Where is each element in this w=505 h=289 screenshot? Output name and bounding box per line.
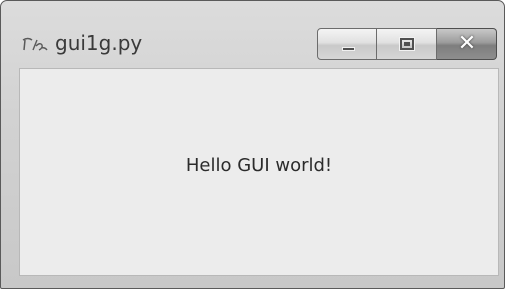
caption-buttons: ✕ xyxy=(317,28,497,60)
maximize-button[interactable] xyxy=(377,28,437,60)
close-icon: ✕ xyxy=(457,31,477,56)
window-title: gui1g.py xyxy=(55,31,143,55)
client-area: Hello GUI world! xyxy=(19,68,499,276)
minimize-button[interactable] xyxy=(317,28,377,60)
tk-feather-icon[interactable] xyxy=(21,36,49,54)
app-window: gui1g.py ✕ Hello GUI world! xyxy=(0,0,505,289)
minimize-icon xyxy=(342,47,355,51)
title-bar[interactable]: gui1g.py ✕ xyxy=(1,1,504,61)
close-button[interactable]: ✕ xyxy=(437,28,497,60)
maximize-icon xyxy=(400,38,414,50)
hello-label: Hello GUI world! xyxy=(185,155,333,176)
